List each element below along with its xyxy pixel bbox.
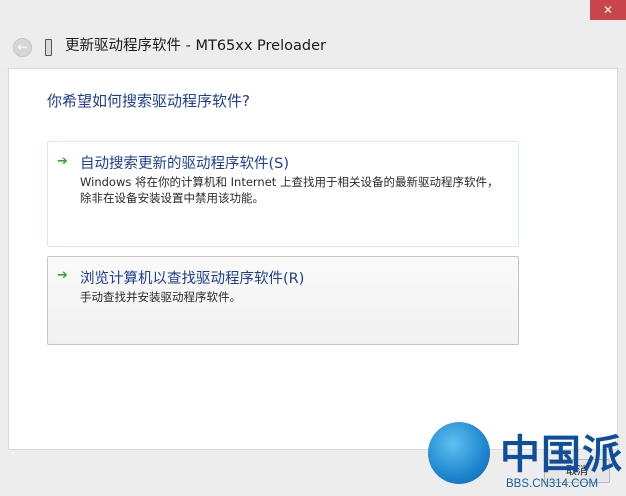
- usb-device-icon: [39, 37, 57, 57]
- watermark-brand: 中国派: [500, 432, 623, 478]
- browse-computer-description: 手动查找并安装驱动程序软件。: [80, 290, 241, 304]
- auto-search-option[interactable]: ➔ 自动搜索更新的驱动程序软件(S) Windows 将在你的计算机和 Inte…: [47, 141, 519, 247]
- back-button[interactable]: ←: [13, 38, 32, 57]
- window-title: 更新驱动程序软件 - MT65xx Preloader: [65, 38, 326, 54]
- green-arrow-icon: ➔: [57, 268, 68, 283]
- auto-search-description: Windows 将在你的计算机和 Internet 上查找用于相关设备的最新驱动…: [80, 175, 499, 205]
- page-heading: 你希望如何搜索驱动程序软件?: [47, 92, 250, 110]
- green-arrow-icon: ➔: [57, 154, 68, 169]
- close-icon: ✕: [602, 3, 614, 17]
- close-button[interactable]: ✕: [590, 0, 626, 20]
- auto-search-title: 自动搜索更新的驱动程序软件(S): [80, 156, 290, 172]
- browse-computer-title: 浏览计算机以查找驱动程序软件(R): [80, 271, 305, 287]
- watermark-logo: [428, 422, 490, 484]
- watermark-domain: BBS.CN314.COM: [506, 478, 599, 490]
- back-arrow-icon: ←: [17, 40, 28, 54]
- site-watermark: 中国派 BBS.CN314.COM: [426, 420, 626, 496]
- browse-computer-option[interactable]: ➔ 浏览计算机以查找驱动程序软件(R) 手动查找并安装驱动程序软件。: [47, 256, 519, 345]
- dialog-content: 你希望如何搜索驱动程序软件? ➔ 自动搜索更新的驱动程序软件(S) Window…: [8, 68, 618, 450]
- title-bar: [0, 0, 626, 68]
